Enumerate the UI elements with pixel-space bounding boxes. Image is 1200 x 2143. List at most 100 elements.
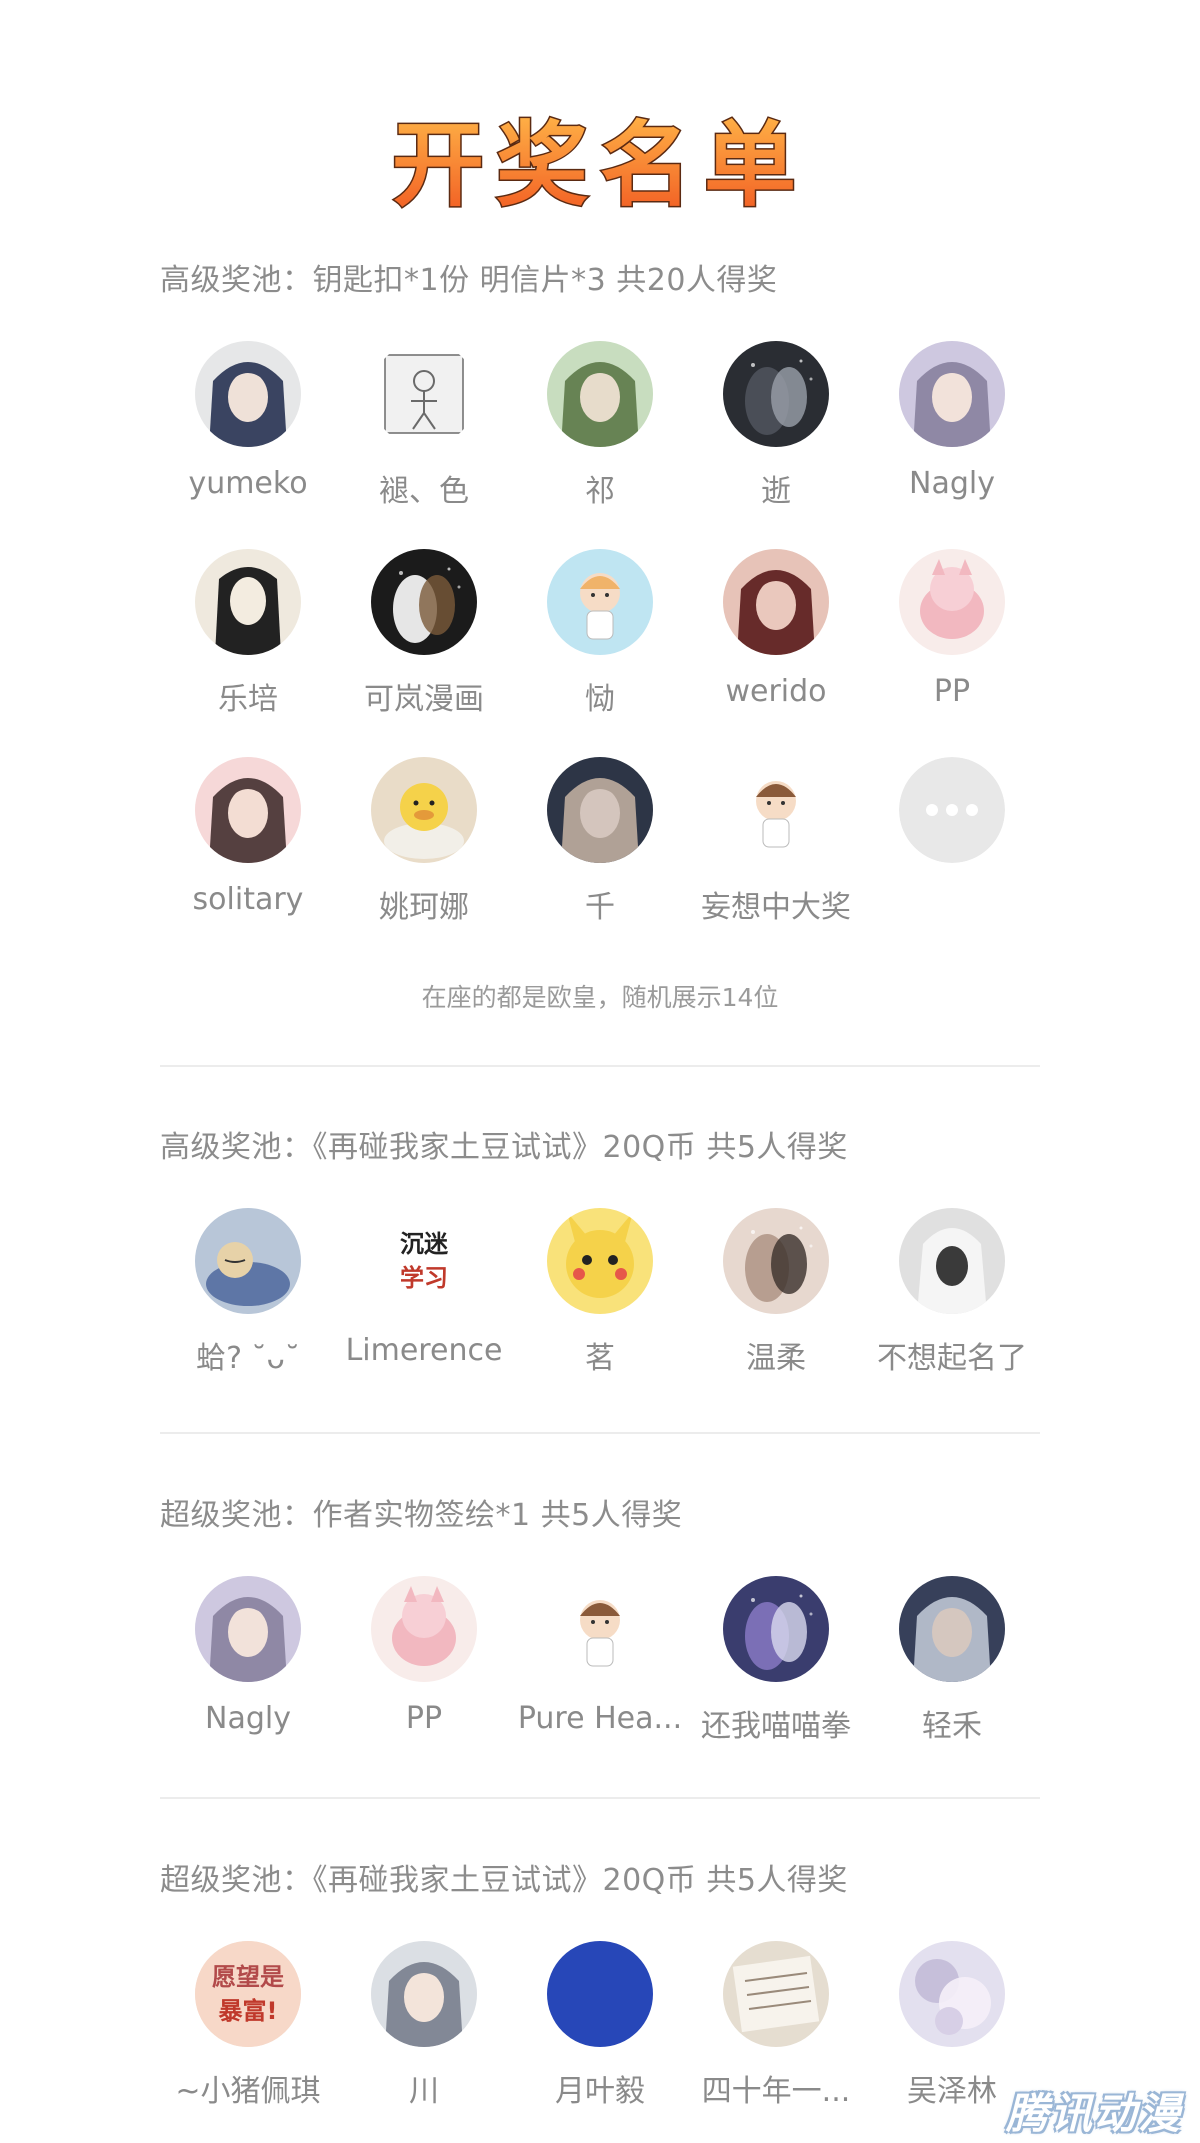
- winner-name: Limerence: [345, 1333, 503, 1368]
- winner-item[interactable]: 还我喵喵拳: [688, 1576, 864, 1776]
- winner-name: 可岚漫画: [364, 682, 484, 717]
- dark-hair-girl-avatar[interactable]: [899, 1576, 1005, 1682]
- winner-name: 乐培: [218, 682, 278, 717]
- winner-name: 四十年一...: [701, 2074, 851, 2109]
- pink-pig-avatar[interactable]: [899, 549, 1005, 655]
- winner-item[interactable]: 愿望是 暴富! ~小猪佩琪: [160, 1941, 336, 2141]
- lottery-result-banner: 开奖名单: [0, 105, 1200, 225]
- winner-item[interactable]: 祁: [512, 341, 688, 541]
- winner-row: Nagly PP Pure Hea... 还我喵喵拳 轻禾: [160, 1576, 1040, 1776]
- more-winners-button[interactable]: [864, 757, 1040, 957]
- girl-lavender-avatar[interactable]: [899, 341, 1005, 447]
- winner-name: 祁: [585, 474, 615, 509]
- winner-item[interactable]: 沉迷学习 Limerence: [336, 1208, 512, 1408]
- section-title: 高级奖池：《再碰我家土豆试试》20Q币 共5人得奖: [160, 1130, 848, 1165]
- winner-name: 川: [409, 2074, 439, 2109]
- section-divider: [160, 1432, 1040, 1434]
- girl-white-hair-avatar[interactable]: [195, 341, 301, 447]
- girl-lavender-avatar[interactable]: [195, 1576, 301, 1682]
- winner-name: solitary: [192, 882, 304, 917]
- pink-girl-avatar[interactable]: [195, 757, 301, 863]
- dark-hair-boy-avatar[interactable]: [547, 757, 653, 863]
- hooded-figure-avatar[interactable]: [899, 1208, 1005, 1314]
- watermark-logo: 腾讯动漫: [1005, 2089, 1182, 2138]
- section-divider: [160, 1797, 1040, 1799]
- ink-girl-avatar[interactable]: [195, 549, 301, 655]
- winner-item[interactable]: 逝: [688, 341, 864, 541]
- winner-name: 蛤? ˘ᴗ˘: [196, 1341, 300, 1376]
- sleeping-blue-avatar[interactable]: [195, 1208, 301, 1314]
- section-title: 高级奖池：钥匙扣*1份 明信片*3 共20人得奖: [160, 263, 778, 298]
- random-display-note: 在座的都是欧皇，随机展示14位: [421, 983, 779, 1012]
- winner-item[interactable]: 妄想中大奖: [688, 757, 864, 957]
- dark-figure-avatar[interactable]: [723, 341, 829, 447]
- winner-item[interactable]: 蛤? ˘ᴗ˘: [160, 1208, 336, 1408]
- yellow-duck-avatar[interactable]: [371, 757, 477, 863]
- winner-item[interactable]: yumeko: [160, 341, 336, 541]
- winner-name: 千: [585, 890, 615, 925]
- winner-name: 妄想中大奖: [701, 890, 851, 925]
- winner-item[interactable]: 褪、色: [336, 341, 512, 541]
- winner-item[interactable]: 姚珂娜: [336, 757, 512, 957]
- winner-name: 茗: [585, 1341, 615, 1376]
- winner-item[interactable]: 轻禾: [864, 1576, 1040, 1776]
- winner-name: werido: [725, 674, 827, 709]
- winner-name: PP: [405, 1701, 443, 1736]
- winner-item[interactable]: Nagly: [160, 1576, 336, 1776]
- winner-name: 轻禾: [922, 1709, 982, 1744]
- winner-row: 蛤? ˘ᴗ˘ 沉迷学习 Limerence 茗 温柔 不想起名了: [160, 1208, 1040, 1408]
- avatar-text: 沉迷: [400, 1230, 449, 1258]
- avatar-text: 愿望是: [212, 1963, 284, 1991]
- winner-item[interactable]: PP: [864, 549, 1040, 749]
- section-title: 超级奖池：《再碰我家土豆试试》20Q币 共5人得奖: [160, 1863, 848, 1898]
- winner-item[interactable]: 温柔: [688, 1208, 864, 1408]
- purple-couple-avatar[interactable]: [723, 1576, 829, 1682]
- pastel-art-avatar[interactable]: [899, 1941, 1005, 2047]
- red-dress-girl-avatar[interactable]: [723, 549, 829, 655]
- winner-name: yumeko: [188, 466, 308, 501]
- winner-name: ~小猪佩琪: [175, 2074, 321, 2109]
- baby-sticker-avatar[interactable]: 愿望是 暴富!: [195, 1941, 301, 2047]
- anime-green-hair-avatar[interactable]: [547, 341, 653, 447]
- winner-item[interactable]: 千: [512, 757, 688, 957]
- winner-item[interactable]: 可岚漫画: [336, 549, 512, 749]
- chibi-boy-avatar[interactable]: [723, 757, 829, 863]
- banner-title: 开奖名单: [392, 112, 808, 219]
- winner-item[interactable]: 茗: [512, 1208, 688, 1408]
- winner-row: 乐培 可岚漫画 恸 werido PP: [160, 549, 1040, 749]
- winner-name: 姚珂娜: [379, 890, 469, 925]
- winner-item[interactable]: solitary: [160, 757, 336, 957]
- sketch-figure-avatar[interactable]: [371, 341, 477, 447]
- couple-photo-avatar[interactable]: [723, 1208, 829, 1314]
- winner-row: 愿望是暴富!~小猪佩琪川false月叶毅四十年一...吴泽林: [160, 1941, 1040, 2141]
- winner-name: 恸: [585, 682, 615, 717]
- winner-item[interactable]: 恸: [512, 549, 688, 749]
- winner-item[interactable]: Pure Hea...: [512, 1576, 688, 1776]
- cute-chibi-avatar[interactable]: [547, 549, 653, 655]
- winner-name: Pure Hea...: [517, 1701, 683, 1736]
- winner-item[interactable]: PP: [336, 1576, 512, 1776]
- winner-item[interactable]: 四十年一...: [688, 1941, 864, 2141]
- notebook-avatar[interactable]: [723, 1941, 829, 2047]
- pikachu-avatar[interactable]: [547, 1208, 653, 1314]
- winner-item[interactable]: 川: [336, 1941, 512, 2141]
- white-hair-boy-avatar[interactable]: [371, 1941, 477, 2047]
- winner-row: yumeko 褪、色 祁 逝 Nagly: [160, 341, 1040, 541]
- blue-hair-anime-avatar[interactable]: false: [547, 1941, 653, 2047]
- text-study-avatar[interactable]: 沉迷 学习: [371, 1208, 477, 1314]
- winner-item[interactable]: werido: [688, 549, 864, 749]
- winner-name: Nagly: [909, 466, 995, 501]
- chibi-boy-avatar[interactable]: [547, 1576, 653, 1682]
- winner-item[interactable]: false 月叶毅: [512, 1941, 688, 2141]
- winner-name: 不想起名了: [877, 1341, 1027, 1376]
- section-title: 超级奖池：作者实物签绘*1 共5人得奖: [160, 1498, 683, 1533]
- winner-item[interactable]: 不想起名了: [864, 1208, 1040, 1408]
- more-icon[interactable]: [899, 757, 1005, 863]
- winner-row: solitary 姚珂娜 千 妄想中大奖: [160, 757, 1040, 957]
- section-divider: [160, 1065, 1040, 1067]
- avatar-text: 学习: [400, 1264, 448, 1292]
- dark-splash-avatar[interactable]: [371, 549, 477, 655]
- winner-item[interactable]: 乐培: [160, 549, 336, 749]
- pink-pig-avatar[interactable]: [371, 1576, 477, 1682]
- winner-item[interactable]: Nagly: [864, 341, 1040, 541]
